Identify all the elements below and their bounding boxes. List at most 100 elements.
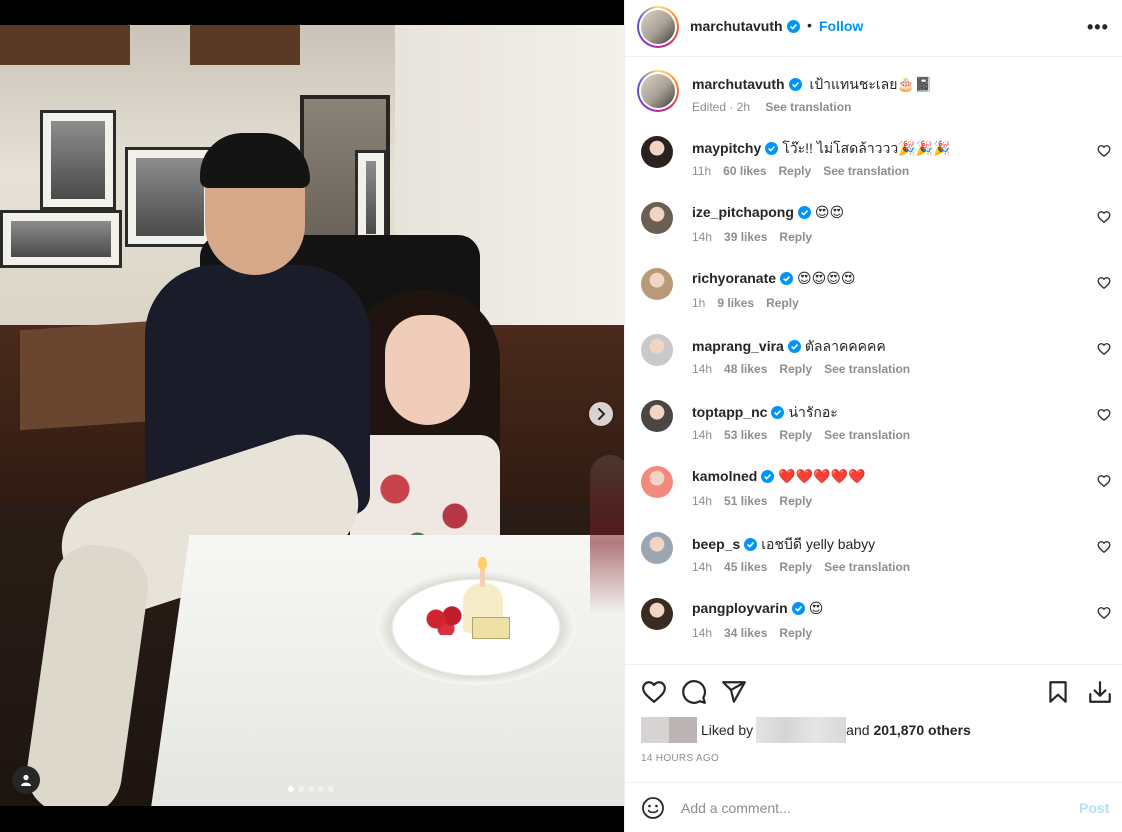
download-icon[interactable]	[1087, 679, 1113, 705]
commenter-username[interactable]: pangployvarin	[692, 600, 788, 616]
comment-text: ตัลลาคคคคค	[804, 338, 886, 354]
commenter-avatar[interactable]	[641, 268, 673, 300]
commenter-username[interactable]: kamolned	[692, 468, 757, 484]
verified-badge-icon	[765, 142, 779, 155]
verified-badge-icon	[787, 340, 801, 353]
commenter-avatar[interactable]	[641, 598, 673, 630]
comment-meta: 1h 9 likes Reply	[692, 296, 811, 310]
post-header: marchutavuth • Follow •••	[625, 0, 1122, 57]
comment-reply-button[interactable]: Reply	[779, 428, 812, 442]
commenter-avatar[interactable]	[641, 466, 673, 498]
carousel-next-button[interactable]	[589, 402, 613, 426]
commenter-avatar[interactable]	[641, 334, 673, 366]
author-username[interactable]: marchutavuth	[690, 18, 800, 34]
bookmark-icon[interactable]	[1045, 679, 1071, 705]
verified-badge-icon	[797, 206, 811, 219]
post-comment-button[interactable]: Post	[1079, 800, 1109, 816]
comment-time: 11h	[692, 164, 712, 178]
comment-reply-button[interactable]: Reply	[779, 362, 812, 376]
comment-reply-button[interactable]: Reply	[779, 626, 812, 640]
caption-username[interactable]: marchutavuth	[692, 76, 785, 92]
comment-reply-button[interactable]: Reply	[779, 164, 812, 178]
comment-item: toptapp_nc น่ารักอะ 14h 53 likes Reply See tr…	[625, 400, 1122, 460]
photo-strawberries	[424, 603, 464, 635]
comment-likes[interactable]: 9 likes	[717, 296, 754, 310]
comment-see-translation[interactable]: See translation	[824, 428, 910, 442]
carousel-dot	[308, 786, 314, 792]
comment-see-translation[interactable]: See translation	[823, 164, 909, 178]
comment-likes[interactable]: 39 likes	[724, 230, 767, 244]
comment-text-row: richyoranate 😍😍😍😍	[692, 270, 855, 287]
verified-badge-icon	[791, 602, 805, 615]
comment-likes[interactable]: 51 likes	[724, 494, 767, 508]
caption-edited: Edited · 2h	[692, 100, 751, 114]
comment-likes[interactable]: 60 likes	[723, 164, 766, 178]
heart-icon[interactable]	[641, 679, 667, 705]
heart-icon[interactable]	[1097, 474, 1111, 488]
comment-likes[interactable]: 53 likes	[724, 428, 767, 442]
comment-text-row: maypitchy โว๊ะ!! ไม่โสดล้าววว🎉🎉🎉	[692, 138, 951, 160]
heart-icon[interactable]	[1097, 540, 1111, 554]
emoji-icon[interactable]	[641, 796, 665, 820]
user-tag-icon	[21, 774, 31, 786]
heart-icon[interactable]	[1097, 408, 1111, 422]
likes-count[interactable]: 201,870 others	[874, 722, 971, 738]
comment-likes[interactable]: 48 likes	[724, 362, 767, 376]
wall-frame	[355, 150, 387, 245]
commenter-avatar[interactable]	[641, 136, 673, 168]
heart-icon[interactable]	[1097, 606, 1111, 620]
heart-icon[interactable]	[1097, 210, 1111, 224]
comment-text-row: maprang_vira ตัลลาคคคคค	[692, 336, 886, 358]
comment-see-translation[interactable]: See translation	[824, 362, 910, 376]
carousel-indicator	[288, 786, 334, 792]
caption-avatar[interactable]	[637, 70, 679, 112]
comment-text: 😍	[808, 600, 824, 616]
commenter-username[interactable]: beep_s	[692, 536, 740, 552]
comment-item: pangployvarin 😍 14h 34 likes Reply	[625, 598, 1122, 658]
wall-frame	[0, 210, 122, 268]
commenter-avatar[interactable]	[641, 202, 673, 234]
user-tags-button[interactable]	[12, 766, 40, 794]
follow-button[interactable]: Follow	[819, 18, 863, 34]
liker-name[interactable]	[756, 717, 847, 743]
post-caption: marchutavuth เป้าแทนชะเลย🎂📓 Edited · 2h …	[625, 70, 1122, 126]
comment-reply-button[interactable]: Reply	[766, 296, 799, 310]
commenter-username[interactable]: maypitchy	[692, 140, 761, 156]
likes-summary: Liked by and 201,870 others	[641, 717, 971, 743]
comment-likes[interactable]: 45 likes	[724, 560, 767, 574]
commenter-username[interactable]: richyoranate	[692, 270, 776, 286]
add-comment-input[interactable]	[681, 797, 1061, 819]
comment-time: 14h	[692, 428, 713, 442]
post-side-panel: marchutavuth • Follow ••• marchutavuth เ…	[624, 0, 1122, 832]
comment-item: maprang_vira ตัลลาคคคคค 14h 48 likes Reply Se…	[625, 334, 1122, 394]
caption-see-translation[interactable]: See translation	[765, 100, 851, 114]
comment-reply-button[interactable]: Reply	[779, 560, 812, 574]
commenter-avatar[interactable]	[641, 400, 673, 432]
heart-icon[interactable]	[1097, 276, 1111, 290]
comment-text: 😍😍	[814, 204, 845, 220]
comment-item: richyoranate 😍😍😍😍 1h 9 likes Reply	[625, 268, 1122, 328]
comment-likes[interactable]: 34 likes	[724, 626, 767, 640]
commenter-username[interactable]: toptapp_nc	[692, 404, 767, 420]
comment-reply-button[interactable]: Reply	[779, 230, 812, 244]
more-options-icon[interactable]: •••	[1087, 17, 1109, 38]
instagram-post-view: marchutavuth • Follow ••• marchutavuth เ…	[0, 0, 1122, 832]
photo-beam	[190, 25, 300, 65]
commenter-username[interactable]: ize_pitchapong	[692, 204, 794, 220]
author-avatar[interactable]	[637, 6, 679, 48]
comments-list[interactable]: marchutavuth เป้าแทนชะเลย🎂📓 Edited · 2h …	[625, 58, 1122, 664]
verified-badge-icon	[771, 406, 785, 419]
commenter-username[interactable]: maprang_vira	[692, 338, 784, 354]
caption-text-row: marchutavuth เป้าแทนชะเลย🎂📓	[692, 74, 932, 96]
comment-reply-button[interactable]: Reply	[779, 494, 812, 508]
share-icon[interactable]	[721, 679, 747, 705]
comment-meta: 14h 39 likes Reply	[692, 230, 824, 244]
comment-see-translation[interactable]: See translation	[824, 560, 910, 574]
heart-icon[interactable]	[1097, 144, 1111, 158]
comment-text-row: beep_s เอชบีดี yelly babyy	[692, 534, 875, 556]
post-photo[interactable]	[0, 25, 624, 806]
commenter-avatar[interactable]	[641, 532, 673, 564]
comment-icon[interactable]	[681, 679, 707, 705]
comment-time: 14h	[692, 494, 713, 508]
heart-icon[interactable]	[1097, 342, 1111, 356]
